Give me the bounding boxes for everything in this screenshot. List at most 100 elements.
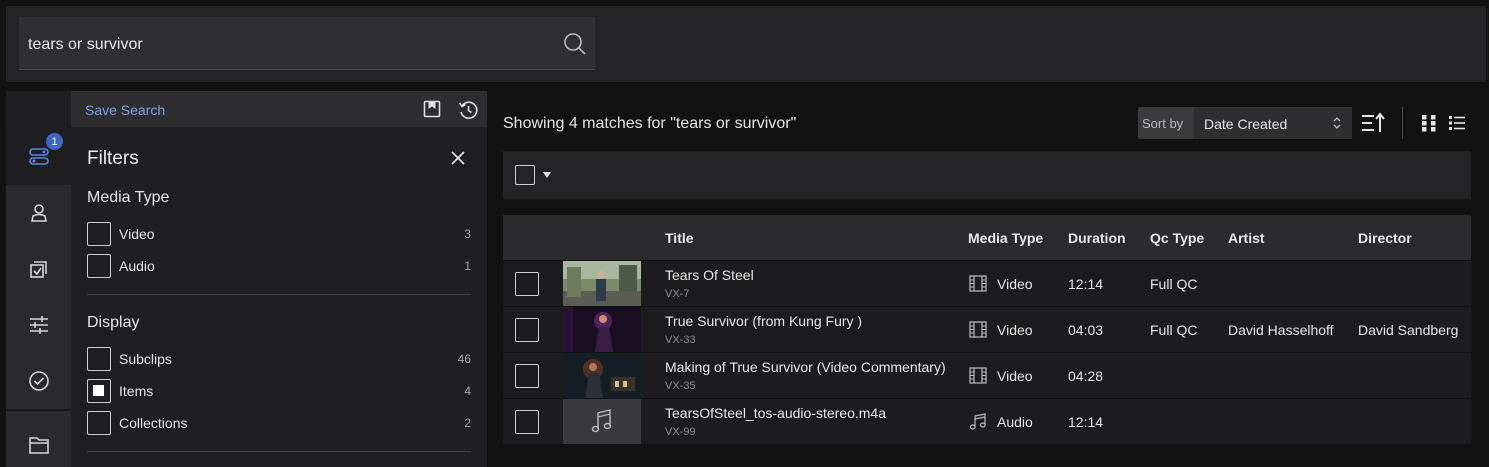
filter-option-label: Collections	[119, 415, 188, 431]
row-checkbox[interactable]	[515, 272, 539, 296]
row-media-type: Audio	[997, 414, 1033, 430]
rail-item-approved[interactable]	[6, 353, 71, 409]
sliders-icon	[29, 316, 48, 334]
grid-view-icon[interactable]	[1421, 114, 1437, 132]
filter-option-label: Video	[119, 226, 155, 242]
check-circle-icon	[28, 371, 49, 391]
film-icon	[969, 367, 987, 384]
filter-option-count: 4	[464, 384, 471, 398]
row-artist: David Hasselhoff	[1228, 322, 1334, 338]
folder-icon	[28, 437, 49, 454]
divider	[87, 451, 471, 452]
filter-option-audio[interactable]: Audio 1	[87, 254, 471, 278]
column-header-director[interactable]: Director	[1358, 230, 1412, 246]
filter-option-label: Audio	[119, 258, 155, 274]
display-section-title: Display	[87, 314, 140, 331]
column-header-title[interactable]: Title	[665, 230, 694, 246]
sort-by-control[interactable]: Sort by Date Created	[1138, 107, 1352, 139]
row-director: David Sandberg	[1358, 322, 1459, 338]
row-duration: 04:03	[1068, 322, 1104, 338]
checkbox[interactable]	[87, 411, 111, 435]
rail-item-person[interactable]	[6, 185, 71, 241]
row-id: VX-7	[665, 288, 690, 300]
checkbox[interactable]	[87, 347, 111, 371]
video-thumbnail[interactable]	[563, 307, 641, 352]
bulk-select-bar	[503, 151, 1471, 199]
left-rail: 1	[6, 91, 71, 467]
sort-by-label: Sort by	[1142, 116, 1184, 131]
filter-count-badge: 1	[46, 133, 63, 150]
results-count-text: Showing 4 matches for "tears or survivor…	[503, 115, 797, 132]
column-header-artist[interactable]: Artist	[1228, 230, 1265, 246]
row-duration: 12:14	[1068, 414, 1104, 430]
filter-option-video[interactable]: Video 3	[87, 222, 471, 246]
column-header-qc-type[interactable]: Qc Type	[1150, 230, 1204, 246]
caret-down-icon[interactable]	[543, 172, 551, 178]
search-icon[interactable]	[563, 32, 587, 56]
row-checkbox[interactable]	[515, 410, 539, 434]
table-row[interactable]: Making of True Survivor (Video Commentar…	[503, 352, 1471, 398]
sort-by-select[interactable]: Date Created	[1194, 107, 1352, 139]
person-icon	[30, 204, 47, 222]
table-header: Title Media Type Duration Qc Type Artist…	[503, 215, 1471, 260]
checkbox[interactable]	[87, 222, 111, 246]
row-duration: 04:28	[1068, 368, 1104, 384]
sort-ascending-icon[interactable]	[1361, 112, 1385, 134]
checkbox[interactable]	[87, 254, 111, 278]
filter-panel: Save Search Filters Media Type Video 3 A…	[71, 91, 487, 467]
column-header-duration[interactable]: Duration	[1068, 230, 1126, 246]
rail-item-adjustments[interactable]	[6, 297, 71, 353]
close-icon[interactable]	[449, 149, 467, 167]
video-thumbnail[interactable]	[563, 261, 641, 306]
history-icon[interactable]	[458, 100, 478, 120]
row-qc-type: Full QC	[1150, 322, 1198, 338]
checkbox-indeterminate[interactable]	[87, 379, 111, 403]
filters-title: Filters	[87, 148, 139, 169]
row-id: VX-35	[665, 380, 696, 392]
filter-option-subclips[interactable]: Subclips 46	[87, 347, 471, 371]
table-row[interactable]: Tears Of Steel VX-7 Video 12:14 Full QC	[503, 260, 1471, 306]
filter-option-count: 2	[464, 416, 471, 430]
chevron-updown-icon	[1333, 117, 1341, 129]
music-note-icon	[591, 409, 612, 433]
rail-divider	[6, 409, 71, 411]
list-view-icon[interactable]	[1448, 114, 1466, 132]
search-bar-container: tears or survivor	[6, 6, 1486, 82]
search-input[interactable]: tears or survivor	[19, 17, 595, 70]
filter-option-label: Items	[119, 383, 154, 399]
row-title[interactable]: True Survivor (from Kung Fury )	[665, 313, 862, 329]
media-type-section-title: Media Type	[87, 189, 170, 206]
film-icon	[969, 321, 987, 338]
row-title[interactable]: Tears Of Steel	[665, 267, 754, 283]
row-media-type: Video	[997, 322, 1033, 338]
results-table: Title Media Type Duration Qc Type Artist…	[503, 215, 1471, 444]
select-all-checkbox[interactable]	[515, 165, 535, 185]
audio-thumbnail[interactable]	[563, 399, 641, 444]
save-search-link[interactable]: Save Search	[85, 102, 165, 118]
row-title[interactable]: Making of True Survivor (Video Commentar…	[665, 359, 946, 375]
row-title[interactable]: TearsOfSteel_tos-audio-stereo.m4a	[665, 405, 886, 421]
bookmark-icon[interactable]	[423, 100, 441, 118]
table-row[interactable]: True Survivor (from Kung Fury ) VX-33 Vi…	[503, 306, 1471, 352]
rail-item-collections[interactable]	[6, 241, 71, 297]
filter-toggle-icon	[28, 148, 49, 165]
row-checkbox[interactable]	[515, 364, 539, 388]
filter-option-count: 1	[464, 259, 471, 273]
row-id: VX-33	[665, 334, 696, 346]
column-header-media-type[interactable]: Media Type	[968, 230, 1043, 246]
search-query-text[interactable]: tears or survivor	[28, 36, 143, 54]
filter-option-collections[interactable]: Collections 2	[87, 411, 471, 435]
toolbar-divider	[1402, 107, 1403, 139]
rail-item-filters[interactable]: 1	[6, 127, 71, 185]
rail-item-folders[interactable]	[6, 417, 71, 467]
filter-option-items[interactable]: Items 4	[87, 379, 471, 403]
video-thumbnail[interactable]	[563, 353, 641, 398]
row-qc-type: Full QC	[1150, 276, 1198, 292]
divider	[87, 294, 471, 295]
film-icon	[969, 275, 987, 292]
filter-panel-header: Save Search	[71, 91, 487, 127]
table-row[interactable]: TearsOfSteel_tos-audio-stereo.m4a VX-99 …	[503, 398, 1471, 444]
row-checkbox[interactable]	[515, 318, 539, 342]
filter-option-count: 46	[457, 352, 471, 366]
sort-by-value: Date Created	[1204, 116, 1288, 132]
